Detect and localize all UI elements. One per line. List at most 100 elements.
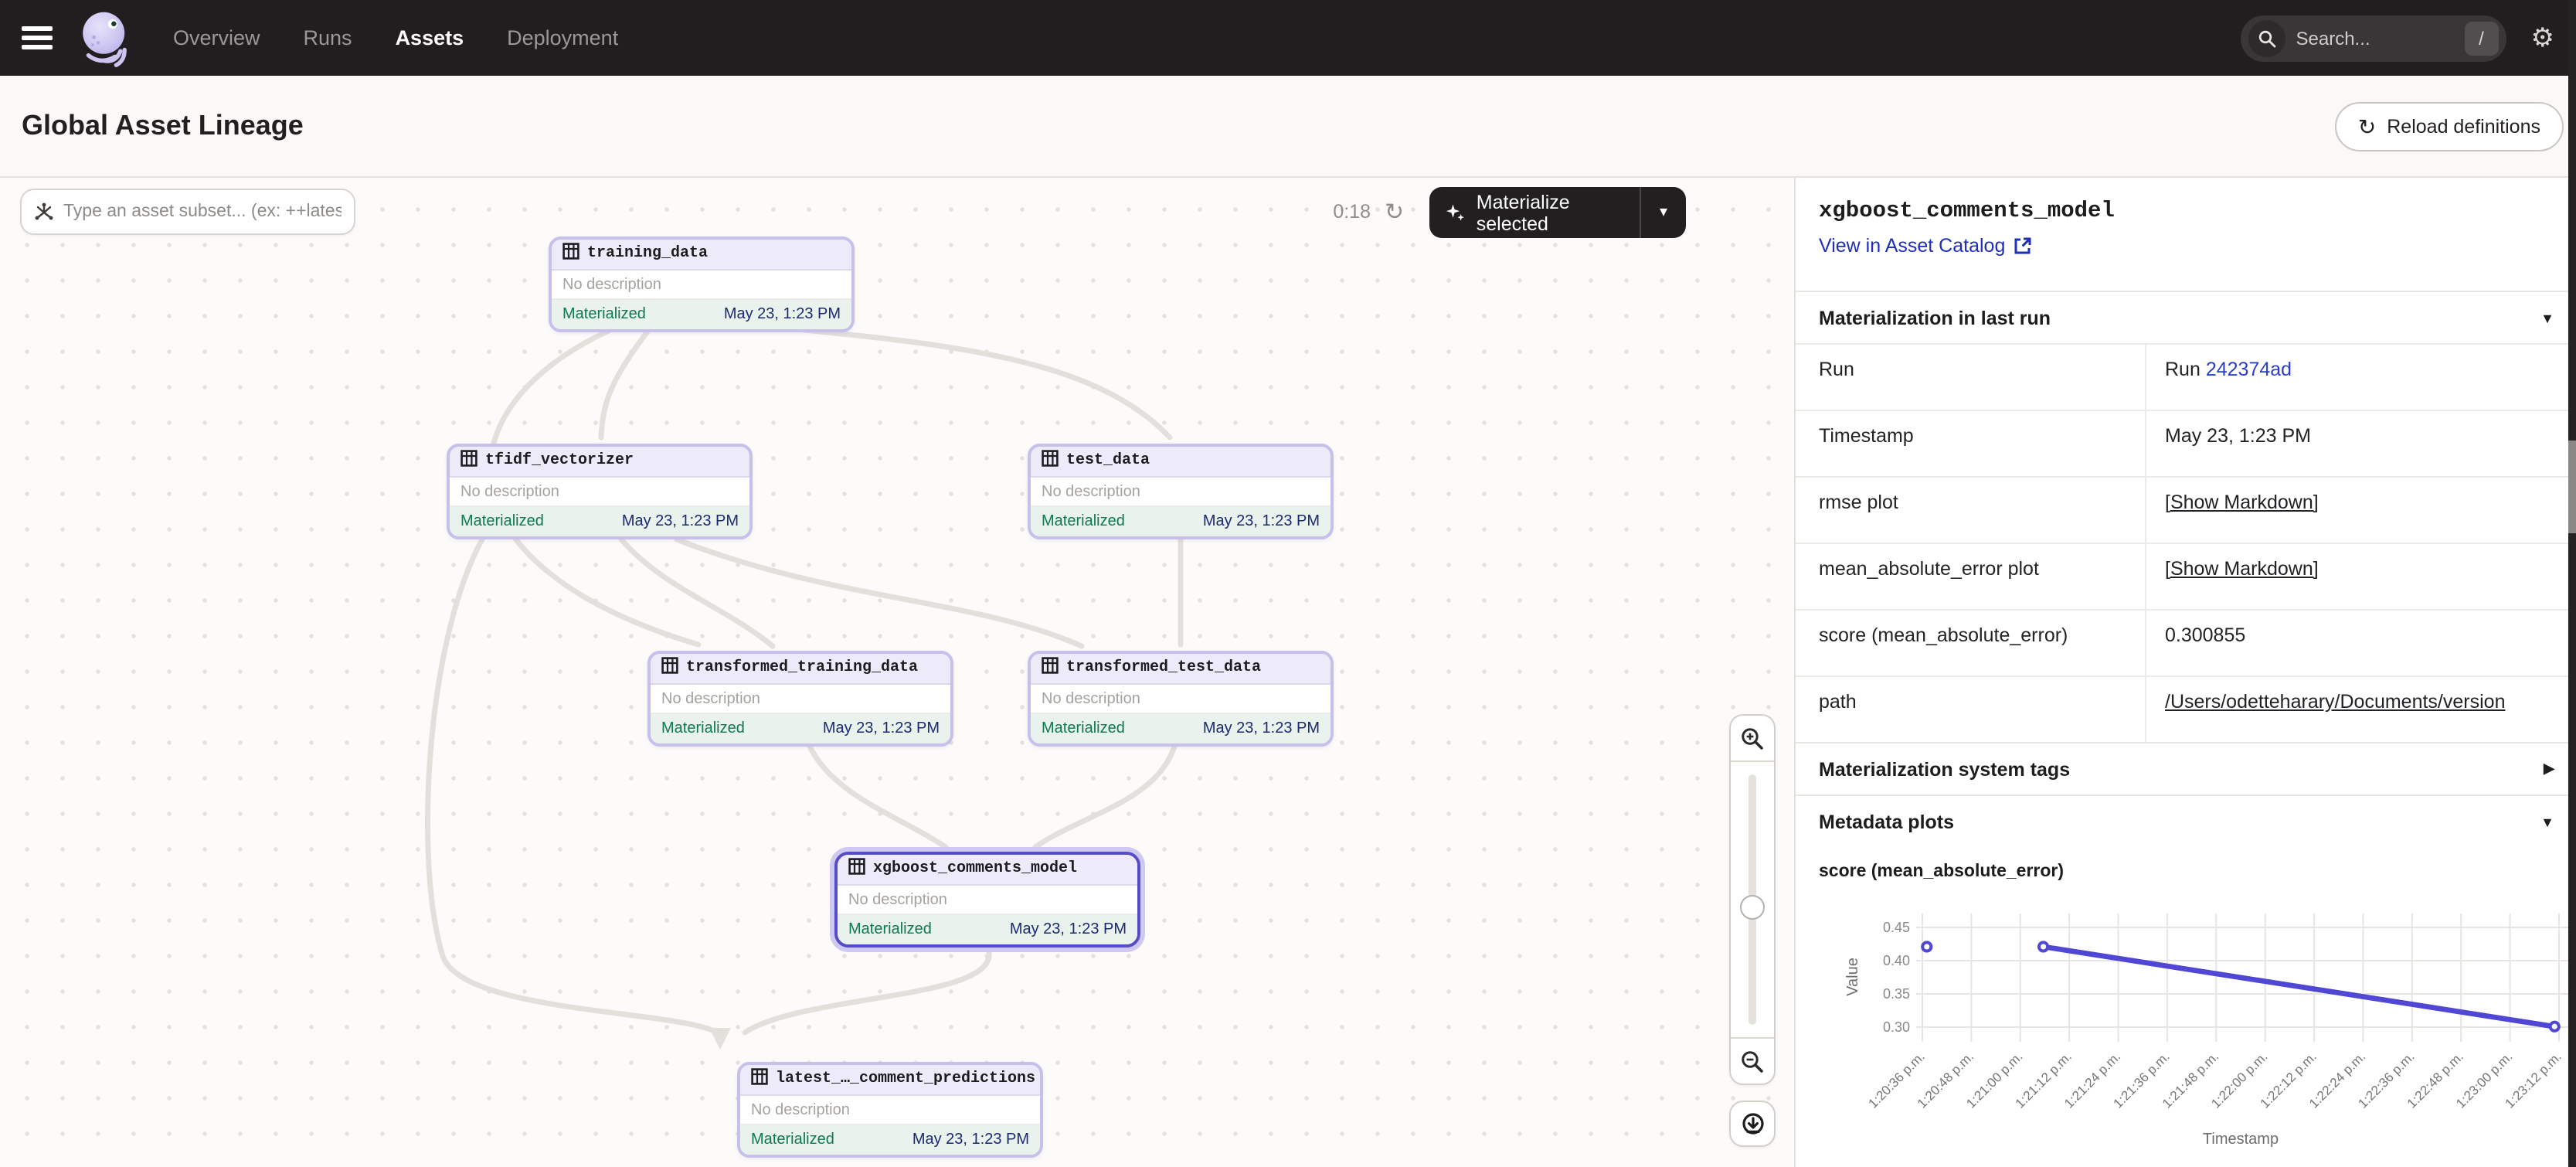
op-selector-icon <box>34 202 54 222</box>
caret-right-icon: ▶ <box>2544 760 2554 777</box>
svg-text:0.35: 0.35 <box>1883 986 1910 1002</box>
run-id-link[interactable]: 242374ad <box>2206 359 2292 380</box>
metadata-link[interactable]: [Show Markdown] <box>2165 558 2319 580</box>
metadata-row-timestamp: TimestampMay 23, 1:23 PM <box>1796 410 2576 476</box>
nav-tab-assets[interactable]: Assets <box>396 26 464 49</box>
search-shortcut-badge: / <box>2465 21 2499 55</box>
section-metadata-plots[interactable]: Metadata plots ▼ <box>1796 794 2576 847</box>
metadata-key: Timestamp <box>1796 411 2146 476</box>
metadata-key: Run <box>1796 345 2146 410</box>
top-nav: Overview Runs Assets Deployment / ⚙ <box>0 0 2576 76</box>
nav-tab-runs[interactable]: Runs <box>304 26 352 49</box>
svg-text:0.30: 0.30 <box>1883 1019 1910 1035</box>
panel-scrollbar-thumb[interactable] <box>2568 441 2576 533</box>
asset-node-name: test_data <box>1066 453 1150 470</box>
asset-node-timestamp: May 23, 1:23 PM <box>1010 921 1127 938</box>
dagster-app: OverviewRunsAssetsDeployment / ⚙ Global … <box>0 0 2576 1167</box>
reload-definitions-button[interactable]: ↻ Reload definitions <box>2335 101 2564 151</box>
asset-node-test_data[interactable]: test_dataNo descriptionMaterializedMay 2… <box>1028 444 1334 539</box>
materialize-selected-button[interactable]: Materialize selected ▾ <box>1429 187 1686 238</box>
asset-node-name: xgboost_comments_model <box>873 861 1077 878</box>
nav-tab-deployment[interactable]: Deployment <box>507 26 618 49</box>
asset-node-description: No description <box>838 886 1137 915</box>
asset-node-status: Materialized <box>661 720 745 737</box>
metadata-value: Run 242374ad <box>2146 345 2576 410</box>
asset-node-name: latest_…_comment_predictions <box>776 1071 1035 1088</box>
asset-node-name: transformed_test_data <box>1066 660 1261 677</box>
metadata-row-run: RunRun 242374ad <box>1796 343 2576 410</box>
asset-node-timestamp: May 23, 1:23 PM <box>622 513 739 530</box>
svg-text:0.45: 0.45 <box>1883 920 1910 935</box>
table-icon <box>460 450 477 473</box>
reload-label: Reload definitions <box>2387 115 2540 137</box>
zoom-slider-handle[interactable] <box>1740 895 1765 920</box>
svg-text:Value: Value <box>1844 958 1861 996</box>
nav-tab-overview[interactable]: Overview <box>173 26 260 49</box>
recenter-icon <box>1739 1111 1765 1137</box>
asset-node-transformed_test_data[interactable]: transformed_test_dataNo descriptionMater… <box>1028 651 1334 747</box>
metadata-key: rmse plot <box>1796 478 2146 543</box>
metadata-key: score (mean_absolute_error) <box>1796 611 2146 675</box>
sparkles-icon <box>1445 202 1466 223</box>
metadata-row-path: path/Users/odetteharary/Documents/versio… <box>1796 675 2576 742</box>
asset-lineage-graph: training_data No description Materialized M… <box>0 178 1794 1167</box>
asset-node-training_data[interactable]: training_data No description Materialized M… <box>549 236 855 332</box>
asset-node-latest_comment_predictions[interactable]: latest_…_comment_predictions No descripti… <box>737 1062 1043 1158</box>
zoom-controls <box>1729 714 1776 1085</box>
asset-node-description: No description <box>1031 685 1330 714</box>
asset-node-description: No description <box>651 685 950 714</box>
asset-node-tfidf_vectorizer[interactable]: tfidf_vectorizerNo descriptionMaterializ… <box>447 444 753 539</box>
metadata-key: mean_absolute_error plot <box>1796 544 2146 609</box>
materialize-dropdown-caret[interactable]: ▾ <box>1640 187 1686 238</box>
asset-node-status: Materialized <box>1042 513 1125 530</box>
gear-icon[interactable]: ⚙ <box>2531 25 2555 51</box>
reload-icon: ↻ <box>2358 115 2376 137</box>
svg-text:Timestamp: Timestamp <box>2203 1131 2279 1148</box>
metadata-plot-chart: 0.450.400.350.301:20:36 p.m.1:20:48 p.m.… <box>1796 887 2576 1165</box>
window-edge <box>2568 0 2576 1167</box>
global-search[interactable]: / <box>2241 15 2506 61</box>
search-input[interactable] <box>2296 27 2454 49</box>
metadata-row-rmse-plot: rmse plot [Show Markdown] <box>1796 476 2576 543</box>
dagster-logo-icon[interactable] <box>77 9 133 67</box>
table-icon <box>751 1068 768 1091</box>
table-icon <box>661 657 678 680</box>
section-system-tags[interactable]: Materialization system tags ▶ <box>1796 742 2576 794</box>
materialize-label: Materialize selected <box>1477 191 1640 234</box>
asset-node-transformed_training_data[interactable]: transformed_training_dataNo descriptionM… <box>647 651 953 747</box>
refresh-icon[interactable]: ↻ <box>1385 198 1404 226</box>
asset-node-timestamp: May 23, 1:23 PM <box>912 1131 1029 1148</box>
asset-node-timestamp: May 23, 1:23 PM <box>1203 513 1320 530</box>
zoom-to-fit-button[interactable] <box>1729 1101 1776 1147</box>
asset-node-status: Materialized <box>751 1131 834 1148</box>
asset-node-name: training_data <box>587 246 708 263</box>
section-materialization-last-run[interactable]: Materialization in last run ▼ <box>1796 291 2576 343</box>
metadata-link[interactable]: /Users/odetteharary/Documents/version <box>2165 691 2505 713</box>
asset-node-description: No description <box>740 1096 1040 1125</box>
svg-text:0.40: 0.40 <box>1883 953 1910 968</box>
table-icon <box>848 858 865 881</box>
metadata-link[interactable]: [Show Markdown] <box>2165 492 2319 513</box>
menu-icon[interactable] <box>22 26 53 49</box>
asset-node-description: No description <box>552 270 851 300</box>
asset-node-status: Materialized <box>562 306 646 323</box>
asset-details-panel: xgboost_comments_model View in Asset Cat… <box>1794 178 2576 1167</box>
materialization-table: RunRun 242374adTimestampMay 23, 1:23 PMr… <box>1796 343 2576 742</box>
metadata-value: May 23, 1:23 PM <box>2146 411 2576 476</box>
asset-subset-input[interactable] <box>63 202 342 221</box>
view-in-asset-catalog-link[interactable]: View in Asset Catalog <box>1819 235 2576 257</box>
asset-node-timestamp: May 23, 1:23 PM <box>724 306 841 323</box>
external-link-icon <box>2013 236 2031 255</box>
asset-title: xgboost_comments_model <box>1819 199 2576 224</box>
zoom-out-button[interactable] <box>1731 1037 1774 1084</box>
asset-node-status: Materialized <box>848 921 932 938</box>
asset-filter[interactable] <box>20 189 355 235</box>
metadata-value: [Show Markdown] <box>2146 478 2576 543</box>
zoom-in-button[interactable] <box>1731 716 1774 762</box>
metadata-row-score-mean-absolute-error-: score (mean_absolute_error)0.300855 <box>1796 609 2576 675</box>
refresh-timer: 0:18 <box>1306 201 1371 223</box>
caret-down-icon: ▼ <box>2540 310 2554 325</box>
metadata-plot-title: score (mean_absolute_error) <box>1796 847 2576 887</box>
edge-arrowhead <box>709 1028 731 1050</box>
asset-node-xgboost_comments_model[interactable]: xgboost_comments_model No description Mate… <box>834 852 1140 948</box>
